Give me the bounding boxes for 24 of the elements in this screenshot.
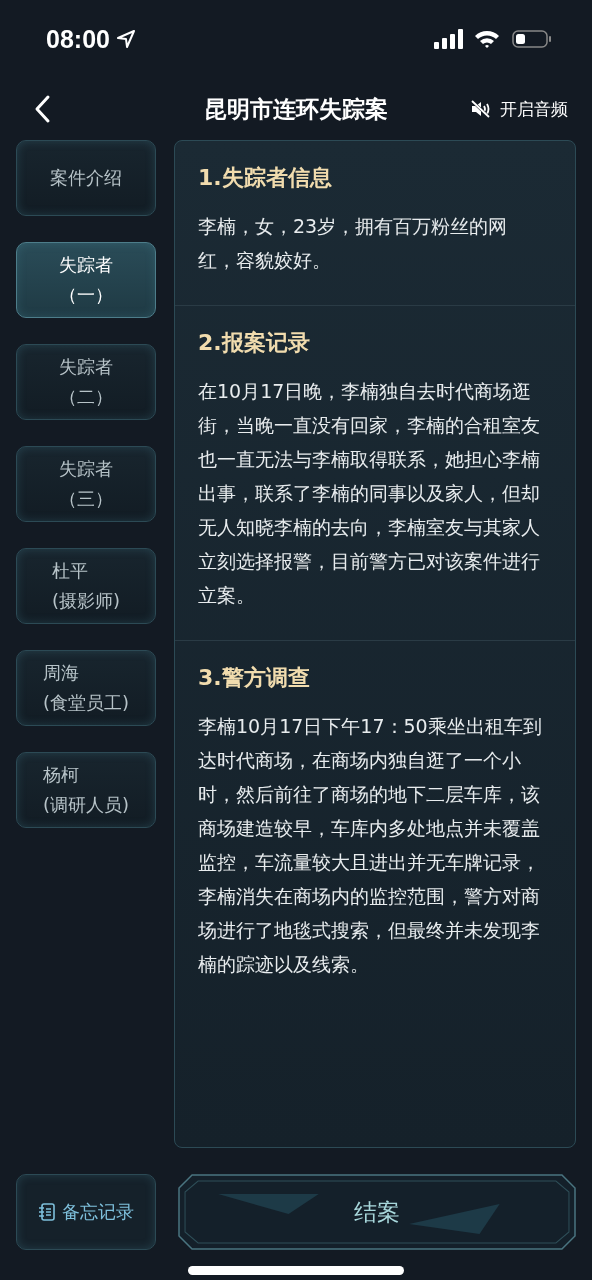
section-title: 1.失踪者信息: [198, 164, 333, 192]
audio-toggle[interactable]: 开启音频: [470, 97, 568, 121]
wifi-icon: [474, 29, 500, 49]
sidebar-item[interactable]: 杜平 (摄影师): [16, 548, 156, 624]
sidebar-item[interactable]: 失踪者 （二）: [16, 344, 156, 420]
close-case-button[interactable]: 结案: [178, 1174, 576, 1250]
sidebar-item[interactable]: 杨柯 (调研人员): [16, 752, 156, 828]
page-title: 昆明市连环失踪案: [204, 95, 388, 122]
memo-button[interactable]: 备忘记录: [16, 1174, 156, 1250]
section-text: 在10月17日晚，李楠独自去时代商场逛街，当晚一直没有回家，李楠的合租室友也一直无法与李楠取得联系，她担心李楠出事，联系了李楠的同事以及家人，但却无人知晓李楠的去向，李楠室友与其家人立刻选择报警，目前警方已对该案件进行立案。: [198, 379, 541, 608]
section-text: 李楠10月17日下午17：50乘坐出租车到达时代商场，在商场内独自逛了一个小时，然后前往了商场的地下二层车库，该商场建造较早，车库内多处地点并未覆盖监控，车流量较大且进出并无车牌记录，李楠消失在商场内的监控范围，警方对商场进行了地毯式搜索，但最终并未发现李楠的踪迹以及线索。: [198, 714, 543, 977]
location-arrow-icon: [115, 29, 136, 49]
sidebar-item[interactable]: 案件介绍: [16, 140, 156, 216]
notebook-icon: [38, 1202, 56, 1222]
sidebar-item[interactable]: 失踪者 （三）: [16, 446, 156, 522]
section-title: 3.警方调查: [198, 664, 311, 692]
muted-speaker-icon: [470, 99, 492, 119]
sidebar-item[interactable]: 失踪者 （一）: [16, 242, 156, 318]
section-title: 2.报案记录: [198, 329, 311, 357]
status-time: 08:00: [46, 24, 110, 54]
section-text: 李楠，女，23岁，拥有百万粉丝的网红，容貌姣好。: [198, 214, 509, 273]
battery-icon: [512, 29, 552, 49]
signal-icon: [434, 29, 464, 49]
sidebar-item[interactable]: 周海 (食堂员工): [16, 650, 156, 726]
